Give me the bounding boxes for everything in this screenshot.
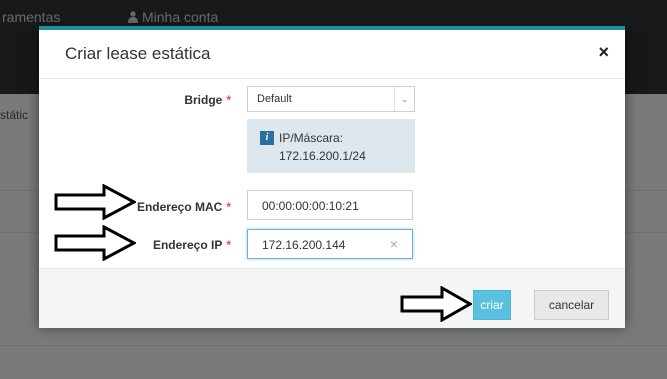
ip-address-value: 172.16.200.144 <box>262 238 346 252</box>
chevron-down-icon: ⌄ <box>394 87 414 111</box>
info-icon: i <box>260 131 274 145</box>
divider <box>39 78 625 79</box>
mac-label-text: Endereço MAC <box>136 200 223 214</box>
ip-mask-info: i IP/Máscara: 172.16.200.1/24 <box>247 119 415 173</box>
bridge-selected-value: Default <box>257 93 292 105</box>
modal-title: Criar lease estática <box>65 44 211 63</box>
mac-address-input[interactable]: 00:00:00:00:10:21 <box>247 190 413 220</box>
ip-address-input[interactable]: 172.16.200.144 × <box>247 229 413 259</box>
required-mark: * <box>226 238 231 252</box>
required-mark: * <box>226 200 231 214</box>
cancel-button[interactable]: cancelar <box>534 290 609 320</box>
modal-footer: criar cancelar <box>39 268 625 328</box>
annotation-arrow-icon <box>54 184 136 220</box>
required-mark: * <box>226 93 231 107</box>
create-static-lease-modal: Criar lease estática × Bridge * Default ⌄… <box>39 26 625 328</box>
info-label: IP/Máscara: <box>279 131 344 145</box>
create-button[interactable]: criar <box>473 290 511 320</box>
mac-address-value: 00:00:00:00:10:21 <box>262 199 359 213</box>
bridge-label-text: Bridge <box>184 93 223 107</box>
ip-label-text: Endereço IP <box>152 238 223 252</box>
info-value: 172.16.200.1/24 <box>279 149 366 163</box>
close-icon[interactable]: × <box>598 42 609 63</box>
bridge-label: Bridge * <box>61 93 231 107</box>
modal-header: Criar lease estática × <box>39 30 625 78</box>
annotation-arrow-icon <box>400 286 472 322</box>
annotation-arrow-icon <box>54 225 136 261</box>
bridge-select[interactable]: Default ⌄ <box>247 86 415 112</box>
clear-icon[interactable]: × <box>390 236 398 252</box>
